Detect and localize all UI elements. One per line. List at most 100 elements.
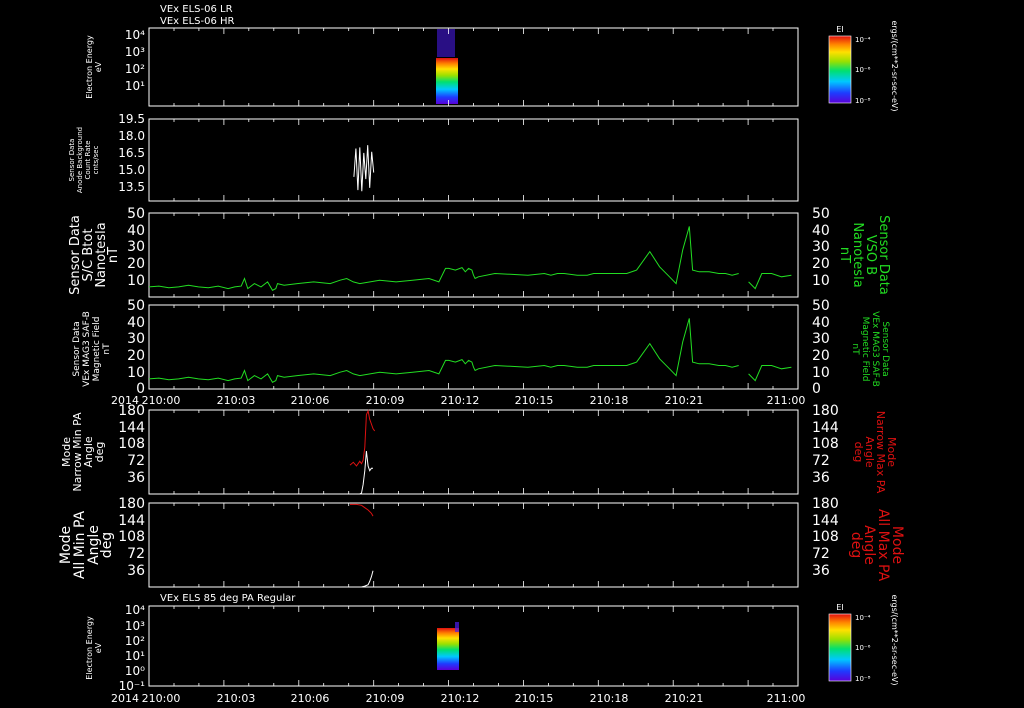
panel-frame	[148, 118, 799, 202]
right-axis-label-line2: VEx MAG3 SAF-B	[870, 311, 880, 387]
y-tick-label-right: 180	[812, 496, 839, 512]
y-tick-label: 10⁻¹	[119, 679, 146, 693]
narrow_pa-series-1-line	[350, 451, 373, 495]
y-axis-label-line1: Electron Energy	[85, 616, 94, 680]
x-tick-label: 210:00	[142, 692, 181, 705]
spectrogram-85-block	[437, 628, 459, 670]
x-tick-label: 210:06	[291, 692, 330, 705]
y-tick-label: 10¹	[125, 649, 145, 663]
y-tick-label: 18.0	[118, 129, 145, 143]
colorbar-top-tick: 10⁻⁸	[855, 97, 871, 105]
colorbar-bottom: EI 10⁻⁴ 10⁻⁶ 10⁻⁸ ergs/(cm**2-sr-sec-eV)	[828, 594, 899, 686]
panel-title: VEx ELS 85 deg PA Regular	[160, 593, 296, 604]
y-axis-label-line4: cnts/sec	[92, 145, 100, 174]
y-tick-label: 40	[127, 315, 145, 331]
y-tick-label-right: 40	[812, 315, 830, 331]
x-tick-label: 210:15	[515, 692, 554, 705]
y-tick-label-right: 108	[812, 529, 839, 545]
panel-electron-energy-top: 10⁴ 10³ 10² 10¹ Electron Energy eV EI 10…	[85, 20, 899, 111]
colorbar-bottom-tick: 10⁻⁴	[855, 614, 871, 622]
y-axis-label-line2: Anode Background	[76, 127, 84, 193]
x-tick-label: 210:12	[441, 692, 480, 705]
bmag_mag3-series-0-line	[148, 318, 739, 383]
plot-canvas: VEx ELS-06 LR VEx ELS-06 HR 10⁴ 10³ 10² …	[58, 4, 905, 705]
spectrogram-top-sparse	[437, 29, 455, 57]
y-tick-label-right: 0	[812, 381, 821, 397]
y-tick-label: 10	[127, 365, 145, 381]
y-tick-label-right: 30	[812, 239, 830, 255]
y-axis-label-line1: Electron Energy	[85, 35, 94, 99]
y-tick-label: 36	[127, 470, 145, 486]
y-axis-label-line2: VEx MAG3 SAF-B	[82, 311, 92, 387]
all_pa-series-0-line	[350, 503, 374, 517]
y-tick-label: 10²	[125, 634, 145, 648]
y-tick-label: 40	[127, 223, 145, 239]
panel-electron-energy-85: VEx ELS 85 deg PA Regular 10⁴ 10³ 10² 10…	[85, 593, 899, 693]
y-axis-label-line4: deg	[93, 442, 106, 463]
panel-frame	[148, 502, 799, 588]
spectrogram-85-sparse	[455, 622, 459, 632]
panel-mag3-safb: 50 40 30 20 10 0 50 40 30 20 10 0 Sensor…	[72, 298, 890, 397]
y-tick-label-right: 72	[812, 546, 830, 562]
y-tick-label-right: 36	[812, 563, 830, 579]
y-tick-label: 72	[127, 453, 145, 469]
y-tick-label: 36	[127, 563, 145, 579]
y-tick-label: 108	[118, 529, 145, 545]
y-tick-label: 50	[127, 206, 145, 222]
y-axis-label-line1: Sensor Data	[68, 139, 76, 182]
panel-sc-btot: 50 40 30 20 10 50 40 30 20 10 Sensor Dat…	[68, 206, 891, 298]
bmag_sc-series-0-line	[148, 226, 739, 291]
y-tick-label: 180	[118, 403, 145, 419]
y-axis-label-line4: deg	[99, 532, 115, 558]
y-tick-label: 72	[127, 546, 145, 562]
y-tick-label: 20	[127, 256, 145, 272]
y-tick-label-right: 20	[812, 348, 830, 364]
narrow_pa-series-0-line	[349, 409, 376, 467]
y-tick-label: 50	[127, 298, 145, 314]
spectrogram-85	[437, 622, 459, 670]
y-tick-label: 10⁴	[125, 603, 145, 617]
y-axis-label-line3: Magnetic Field	[92, 317, 102, 382]
y-tick-label: 10⁰	[125, 664, 145, 678]
colorbar-top: EI 10⁻⁴ 10⁻⁶ 10⁻⁸ ergs/(cm**2-sr-sec-eV)	[828, 20, 899, 112]
y-tick-label: 10¹	[125, 79, 145, 93]
x-tick-label: 210:03	[217, 692, 256, 705]
all_pa-series-1-line	[350, 570, 374, 588]
y-tick-label: 10³	[125, 619, 145, 633]
y-tick-label: 108	[118, 436, 145, 452]
right-axis-label-line4: deg	[848, 532, 864, 558]
y-tick-label-right: 50	[812, 298, 830, 314]
x-axis-year: 2014	[111, 692, 139, 705]
x-tick-label: 210:09	[366, 394, 405, 407]
x-tick-label: 210:18	[590, 394, 629, 407]
y-tick-label-right: 108	[812, 436, 839, 452]
y-tick-label: 16.5	[118, 146, 145, 160]
colorbar-bottom-units: ergs/(cm**2-sr-sec-eV)	[890, 594, 899, 685]
y-tick-label-right: 50	[812, 206, 830, 222]
y-tick-label: 13.5	[118, 180, 145, 194]
right-axis-label-line1: Sensor Data	[880, 321, 890, 376]
y-axis-label-line2: eV	[94, 61, 103, 72]
y-tick-label-right: 10	[812, 273, 830, 289]
bmag_mag3-series-1-line	[748, 365, 792, 382]
y-tick-label: 10²	[125, 62, 145, 76]
right-axis-label-line3: Magnetic Field	[860, 317, 870, 382]
x-tick-label: 210:03	[217, 394, 256, 407]
y-tick-label-right: 40	[812, 223, 830, 239]
y-axis-label-line4: nT	[106, 247, 121, 263]
y-tick-label-right: 36	[812, 470, 830, 486]
y-tick-label-right: 180	[812, 403, 839, 419]
x-tick-label: 210:06	[291, 394, 330, 407]
colorbar-bottom-tick: 10⁻⁶	[855, 644, 871, 652]
header-line2: VEx ELS-06 HR	[160, 16, 235, 27]
x-axis-middle: 2014 210:00 210:03 210:06 210:09 210:12 …	[111, 394, 805, 407]
y-tick-label-right: 72	[812, 453, 830, 469]
colorbar-bottom-scale	[828, 613, 852, 682]
y-tick-label: 15.0	[118, 163, 145, 177]
y-tick-label: 180	[118, 496, 145, 512]
spectrogram-top	[436, 29, 458, 104]
header-line1: VEx ELS-06 LR	[160, 4, 233, 15]
panel-all-pa: 180 144 108 72 36 180 144 108 72 36 Mode…	[58, 496, 905, 588]
bmag_sc-series-1-line	[748, 273, 792, 290]
x-tick-label: 211:00	[767, 394, 806, 407]
